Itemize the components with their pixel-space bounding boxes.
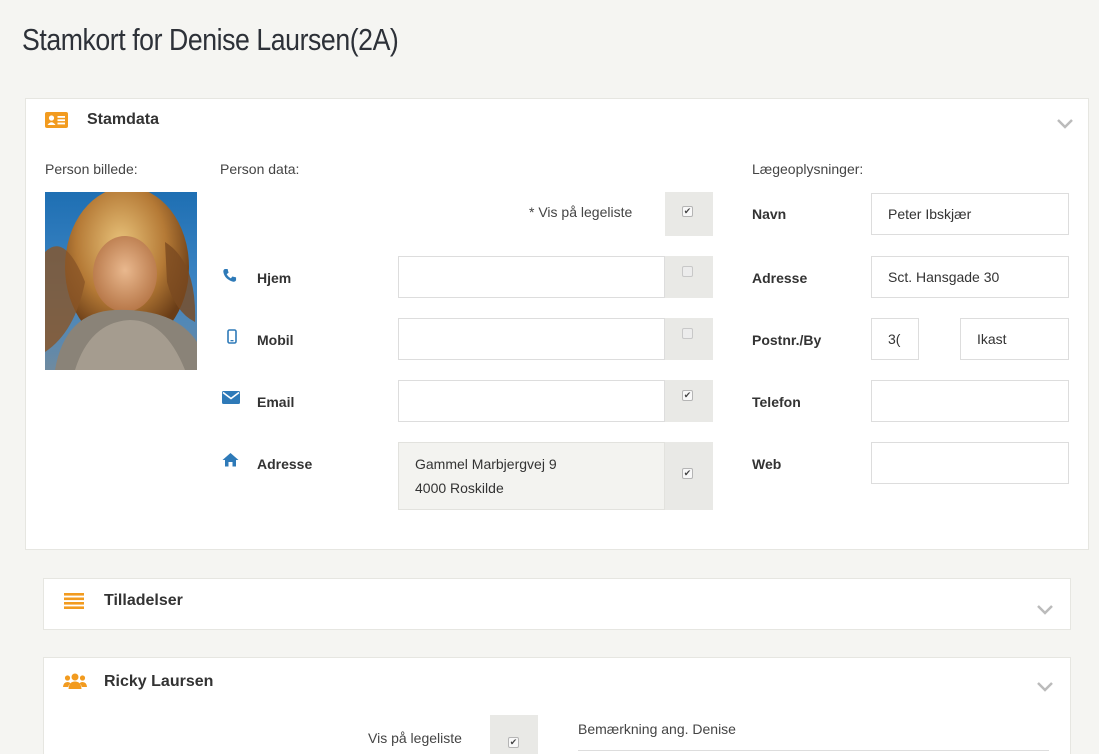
hjem-field[interactable]	[398, 256, 665, 298]
laege-web-value	[872, 443, 1068, 467]
bemaerkning-field[interactable]	[578, 750, 1049, 754]
mobil-value	[399, 319, 664, 343]
laege-web-field[interactable]	[871, 442, 1069, 484]
laege-by-value: Ikast	[977, 331, 1007, 347]
person-billede-label: Person billede:	[45, 161, 138, 177]
laege-telefon-field[interactable]	[871, 380, 1069, 422]
vis-paa-legeliste-label: * Vis på legeliste	[529, 204, 633, 220]
person-photo[interactable]	[45, 192, 197, 370]
laege-telefon-value	[872, 381, 1068, 405]
tilladelser-panel[interactable]	[43, 578, 1071, 630]
stamdata-title: Stamdata	[87, 111, 160, 128]
vis-paa-legeliste-checkbox[interactable]: ✔	[682, 206, 693, 217]
laege-postnr-field[interactable]: 3(	[871, 318, 919, 360]
adresse-line1: Gammel Marbjergvej 9	[415, 456, 557, 472]
users-icon	[63, 673, 87, 689]
laege-postnr-by-label: Postnr./By	[752, 332, 822, 348]
adresse-line2: 4000 Roskilde	[415, 480, 504, 496]
chevron-down-icon[interactable]	[1056, 118, 1074, 130]
phone-icon	[223, 268, 237, 282]
tilladelser-title: Tilladelser	[104, 592, 183, 609]
laege-adresse-field[interactable]: Sct. Hansgade 30	[871, 256, 1069, 298]
hjem-checkbox[interactable]	[682, 266, 693, 277]
hjem-label: Hjem	[257, 270, 292, 286]
hjem-checkbox-area	[665, 256, 713, 298]
parent-vis-paa-legeliste-label: Vis på legeliste	[368, 730, 462, 746]
chevron-down-icon[interactable]	[1036, 604, 1054, 616]
chevron-down-icon[interactable]	[1036, 681, 1054, 693]
laege-navn-value: Peter Ibskjær	[888, 206, 972, 222]
list-icon	[64, 593, 84, 609]
email-value	[399, 381, 664, 405]
parent-vis-paa-legeliste-checkbox-area	[490, 715, 538, 754]
mobil-checkbox[interactable]	[682, 328, 693, 339]
person-data-label: Person data:	[220, 161, 300, 177]
laege-web-label: Web	[752, 456, 782, 472]
laege-postnr-value: 3(	[888, 331, 901, 347]
home-icon	[222, 453, 239, 467]
bemaerkning-label: Bemærkning ang. Denise	[578, 721, 736, 737]
mobil-checkbox-area	[665, 318, 713, 360]
mobil-label: Mobil	[257, 332, 294, 348]
adresse-checkbox[interactable]: ✔	[682, 468, 693, 479]
adresse-label: Adresse	[257, 456, 313, 472]
adresse-field[interactable]: Gammel Marbjergvej 9 4000 Roskilde	[398, 442, 665, 510]
mobil-field[interactable]	[398, 318, 665, 360]
page-title: Stamkort for Denise Laursen(2A)	[22, 22, 399, 57]
hjem-value	[399, 257, 664, 281]
email-checkbox-area	[665, 380, 713, 422]
parent-title: Ricky Laursen	[104, 673, 214, 690]
stamdata-header[interactable]	[25, 98, 1089, 142]
laege-telefon-label: Telefon	[752, 394, 801, 410]
mobile-icon	[227, 329, 237, 344]
laege-navn-label: Navn	[752, 206, 787, 222]
parent-vis-paa-legeliste-checkbox[interactable]: ✔	[508, 737, 519, 748]
laege-adresse-label: Adresse	[752, 270, 808, 286]
envelope-icon	[222, 391, 240, 404]
laege-adresse-value: Sct. Hansgade 30	[888, 269, 1000, 285]
laege-heading: Lægeoplysninger:	[752, 161, 864, 177]
email-label: Email	[257, 394, 295, 410]
email-field[interactable]	[398, 380, 665, 422]
email-checkbox[interactable]: ✔	[682, 390, 693, 401]
laege-by-field[interactable]: Ikast	[960, 318, 1069, 360]
id-card-icon	[45, 112, 68, 128]
laege-navn-field[interactable]: Peter Ibskjær	[871, 193, 1069, 235]
